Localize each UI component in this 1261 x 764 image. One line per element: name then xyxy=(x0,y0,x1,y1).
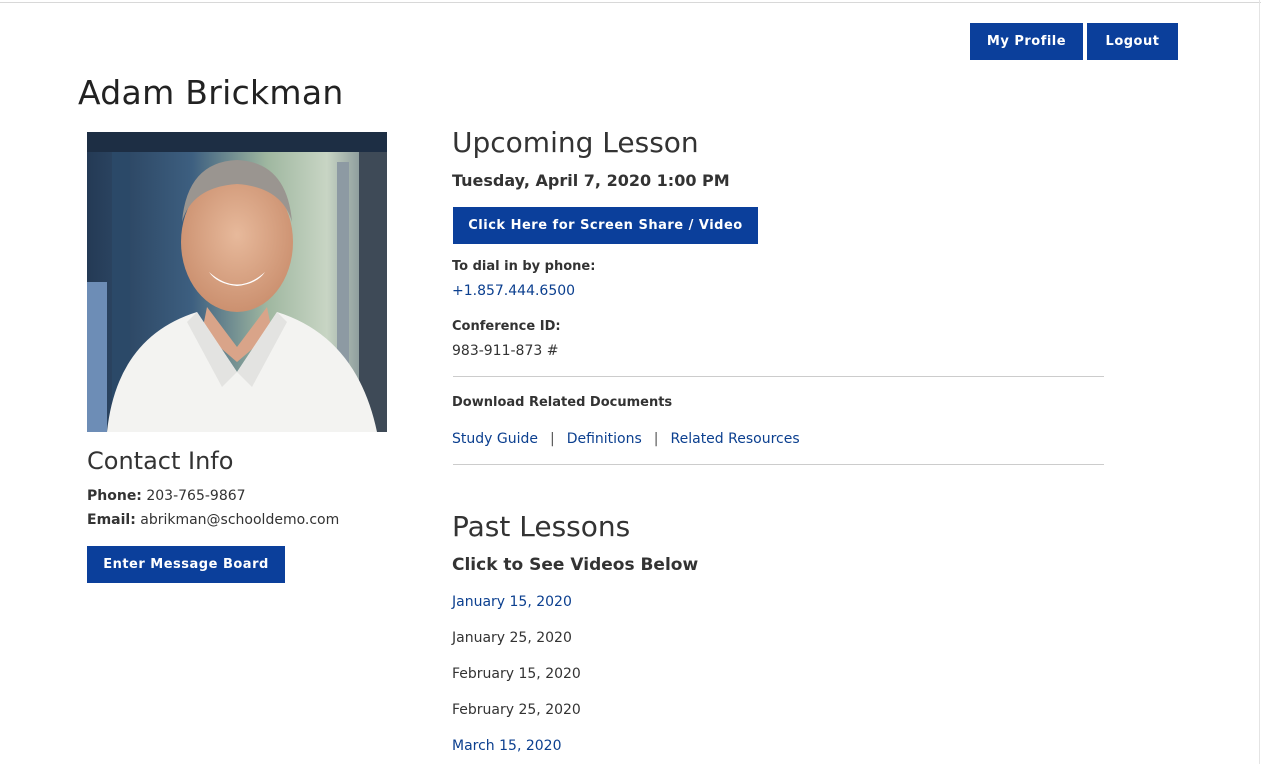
logout-button[interactable]: Logout xyxy=(1087,23,1178,60)
past-lesson-link[interactable]: March 15, 2020 xyxy=(452,738,561,754)
teacher-name: Adam Brickman xyxy=(78,73,344,112)
dial-in-label: To dial in by phone: xyxy=(452,259,596,274)
document-links: Study Guide | Definitions | Related Resource… xyxy=(452,431,800,447)
email-label: Email: xyxy=(87,512,136,528)
related-resources-link[interactable]: Related Resources xyxy=(671,431,800,447)
screen-share-video-button[interactable]: Click Here for Screen Share / Video xyxy=(453,207,758,244)
link-separator: | xyxy=(549,431,555,447)
conference-id-value: 983-911-873 # xyxy=(452,343,559,359)
upcoming-lesson-heading: Upcoming Lesson xyxy=(452,126,699,159)
my-profile-button[interactable]: My Profile xyxy=(970,23,1083,60)
phone-value: 203-765-9867 xyxy=(146,488,246,504)
upcoming-lesson-date: Tuesday, April 7, 2020 1:00 PM xyxy=(452,171,730,190)
top-border xyxy=(0,2,1261,3)
link-separator: | xyxy=(653,431,659,447)
download-documents-label: Download Related Documents xyxy=(452,395,673,410)
past-lessons-subheading: Click to See Videos Below xyxy=(452,555,699,575)
phone-line: Phone: 203-765-9867 xyxy=(87,488,246,504)
conference-id-label: Conference ID: xyxy=(452,319,561,334)
phone-label: Phone: xyxy=(87,488,142,504)
definitions-link[interactable]: Definitions xyxy=(567,431,642,447)
portrait-image xyxy=(87,132,387,432)
teacher-photo xyxy=(87,132,387,432)
past-lesson-link[interactable]: January 15, 2020 xyxy=(452,594,572,610)
right-border xyxy=(1259,0,1260,764)
past-lesson-item: February 15, 2020 xyxy=(452,666,581,682)
divider xyxy=(453,376,1104,377)
enter-message-board-button[interactable]: Enter Message Board xyxy=(87,546,285,583)
past-lesson-item: February 25, 2020 xyxy=(452,702,581,718)
study-guide-link[interactable]: Study Guide xyxy=(452,431,538,447)
email-line: Email: abrikman@schooldemo.com xyxy=(87,512,339,528)
past-lesson-item: January 25, 2020 xyxy=(452,630,572,646)
dial-in-number-link[interactable]: +1.857.444.6500 xyxy=(452,283,575,299)
contact-info-heading: Contact Info xyxy=(87,447,234,475)
divider xyxy=(453,464,1104,465)
past-lessons-heading: Past Lessons xyxy=(452,510,631,543)
email-value: abrikman@schooldemo.com xyxy=(140,512,340,528)
